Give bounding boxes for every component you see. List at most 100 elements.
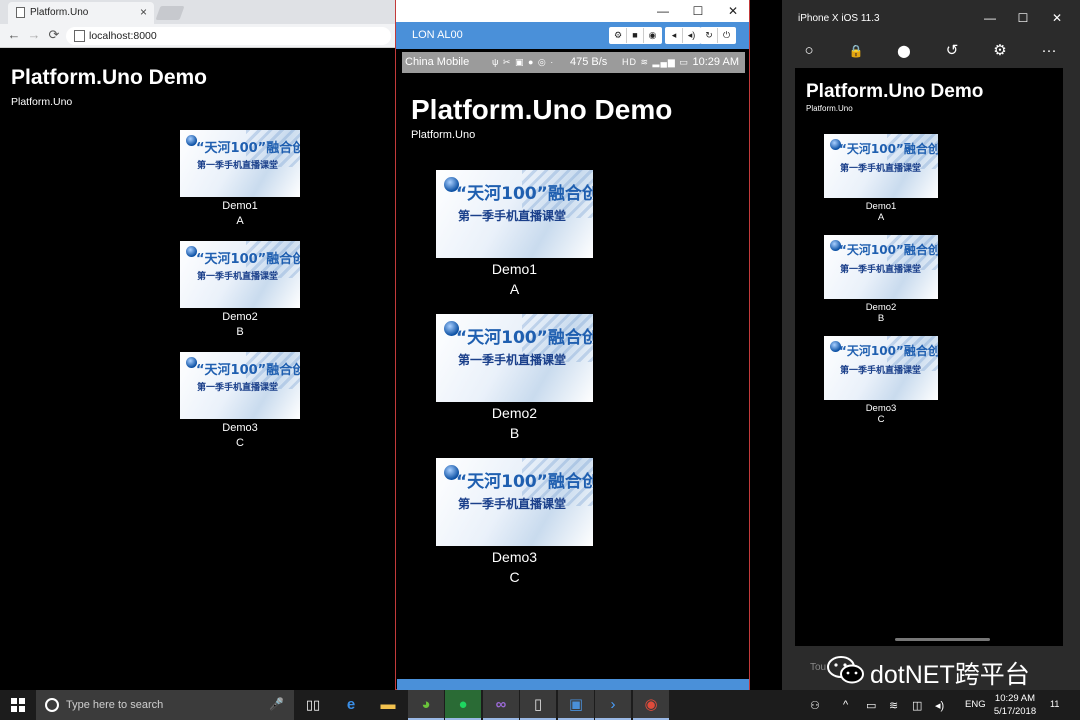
- demo-item[interactable]: “天河100”融合创新第一季手机直播课堂Demo3C: [824, 336, 938, 426]
- demo-name: Demo3: [865, 403, 897, 414]
- people-icon[interactable]: ⚇: [810, 699, 820, 712]
- simulator-title: iPhone X iOS 11.3: [798, 13, 880, 24]
- volume-up-icon[interactable]: ◂): [683, 28, 700, 43]
- camera-icon[interactable]: ◉: [644, 28, 661, 43]
- tab-title: Platform.Uno: [30, 7, 89, 18]
- new-tab-button[interactable]: [155, 6, 185, 20]
- notification-center-icon[interactable]: 11: [1050, 699, 1059, 709]
- video-icon[interactable]: ■: [627, 28, 644, 43]
- url-text: localhost:8000: [89, 30, 157, 42]
- thumbnail-headline: “天河100”融合创新: [456, 472, 593, 492]
- spotify-icon[interactable]: ●: [445, 690, 481, 720]
- demo-name: Demo3: [222, 422, 258, 434]
- maximize-button[interactable]: ☐: [688, 3, 708, 19]
- demo-item[interactable]: “天河100”融合创新第一季手机直播课堂Demo2B: [180, 241, 300, 342]
- browser-window: Platform.Uno × ← → ⟳ localhost:8000 Plat…: [0, 0, 395, 690]
- taskbar-search[interactable]: Type here to search 🎤: [36, 690, 294, 720]
- thumbnail-headline: “天河100”融合创新: [196, 363, 300, 378]
- thumbnail-headline: “天河100”融合创新: [456, 184, 593, 204]
- page-icon: [16, 7, 25, 18]
- taskbar-clock[interactable]: 10:29 AM 5/17/2018: [990, 692, 1040, 720]
- page-subtitle: Platform.Uno: [411, 129, 476, 141]
- screenshot-icon[interactable]: ⬤: [893, 40, 915, 62]
- demo-name: Demo2: [865, 302, 897, 313]
- page-info-icon[interactable]: [74, 30, 85, 42]
- cortana-icon: [45, 698, 59, 712]
- rotate-icon[interactable]: ↻: [701, 28, 718, 43]
- demo-item[interactable]: “天河100”融合创新第一季手机直播课堂Demo1A: [824, 134, 938, 224]
- volume-down-icon[interactable]: ◂: [666, 28, 683, 43]
- power-icon[interactable]: ⏻: [718, 28, 735, 43]
- back-button[interactable]: ←: [6, 27, 22, 43]
- thumbnail-headline: “天河100”融合创新: [196, 141, 300, 156]
- page-subtitle: Platform.Uno: [806, 104, 853, 113]
- battery-icon[interactable]: ▭: [866, 699, 876, 712]
- demo-letter: A: [236, 215, 244, 227]
- demo-item[interactable]: “天河100”融合创新第一季手机直播课堂Demo1A: [436, 170, 593, 302]
- notification-icons: ψ ✂ ▣ ● ◎ ·: [492, 57, 555, 67]
- volume-icon[interactable]: ◂): [935, 699, 944, 712]
- address-bar[interactable]: localhost:8000: [66, 27, 391, 45]
- powershell-icon[interactable]: ›: [595, 690, 631, 720]
- status-clock: 10:29 AM: [692, 56, 739, 68]
- demo-item[interactable]: “天河100”融合创新第一季手机直播课堂Demo3C: [436, 458, 593, 590]
- tray-chevron-icon[interactable]: ^: [843, 699, 848, 711]
- close-button[interactable]: ✕: [723, 3, 743, 19]
- task-view-icon[interactable]: ▯▯: [295, 690, 331, 720]
- demo-thumbnail: “天河100”融合创新第一季手机直播课堂: [180, 352, 300, 419]
- watermark: dotNET跨平台: [826, 652, 1056, 690]
- demo-letter: B: [509, 425, 520, 441]
- home-icon[interactable]: ○: [798, 40, 820, 62]
- demo-item[interactable]: “天河100”融合创新第一季手机直播课堂Demo2B: [436, 314, 593, 446]
- home-indicator[interactable]: [895, 638, 990, 641]
- language-indicator[interactable]: ENG: [965, 699, 986, 710]
- clock-time: 10:29 AM: [994, 693, 1036, 704]
- more-icon[interactable]: ···: [1038, 40, 1060, 62]
- network-icon[interactable]: ◫: [912, 699, 922, 712]
- demo-item[interactable]: “天河100”融合创新第一季手机直播课堂 Demo1 A: [180, 130, 300, 231]
- rotate-icon[interactable]: ↺: [941, 40, 963, 62]
- demo-thumbnail: “天河100”融合创新第一季手机直播课堂: [436, 170, 593, 258]
- thumbnail-subline: 第一季手机直播课堂: [197, 161, 279, 171]
- wechat-icon[interactable]: ◕: [408, 690, 444, 720]
- thumbnail-headline: “天河100”融合创新: [456, 328, 593, 348]
- carrier-name: China Mobile: [405, 56, 470, 68]
- minimize-button[interactable]: —: [653, 3, 673, 19]
- android-nav-bar: [397, 679, 749, 690]
- maximize-button[interactable]: ☐: [1013, 10, 1033, 26]
- microphone-icon[interactable]: 🎤: [269, 697, 284, 711]
- thumbnail-subline: 第一季手机直播课堂: [197, 383, 279, 393]
- phone-emulator-icon[interactable]: ▯: [520, 690, 556, 720]
- network-speed: 475 B/s: [570, 56, 608, 68]
- settings-icon[interactable]: ⚙: [989, 40, 1011, 62]
- browser-tab[interactable]: Platform.Uno ×: [8, 2, 154, 24]
- demo-thumbnail: “天河100”融合创新第一季手机直播课堂: [180, 241, 300, 308]
- reload-button[interactable]: ⟳: [46, 27, 62, 43]
- emulator-volume-controls: ◂ ◂): [665, 27, 701, 44]
- emulator-power-controls: ↻ ⏻: [700, 27, 736, 44]
- start-button[interactable]: [0, 690, 36, 720]
- tab-strip: Platform.Uno ×: [0, 0, 395, 24]
- emulator-app-icon[interactable]: ▣: [558, 690, 594, 720]
- demo-item[interactable]: “天河100”融合创新第一季手机直播课堂Demo2B: [824, 235, 938, 325]
- file-explorer-icon[interactable]: ▬: [370, 690, 406, 720]
- minimize-button[interactable]: —: [980, 10, 1000, 26]
- demo-thumbnail: “天河100”融合创新第一季手机直播课堂: [824, 336, 938, 400]
- wifi-icon[interactable]: ≋: [889, 699, 898, 712]
- clock-date: 5/17/2018: [993, 706, 1037, 717]
- demo-item[interactable]: “天河100”融合创新第一季手机直播课堂Demo3C: [180, 352, 300, 453]
- forward-button[interactable]: →: [26, 27, 42, 43]
- thumbnail-subline: 第一季手机直播课堂: [840, 366, 922, 376]
- edge-icon[interactable]: e: [333, 690, 369, 720]
- thumbnail-headline: “天河100”融合创新: [839, 243, 938, 257]
- demo-name: Demo1: [491, 261, 538, 277]
- close-button[interactable]: ✕: [1047, 10, 1067, 26]
- visual-studio-icon[interactable]: ∞: [483, 690, 519, 720]
- demo-name: Demo1: [222, 200, 258, 212]
- settings-icon[interactable]: ⚙: [610, 28, 627, 43]
- windows-taskbar: Type here to search 🎤 ▯▯ e ▬ ◕ ● ∞ ▯ ▣ ›…: [0, 690, 1080, 720]
- chrome-icon[interactable]: ◉: [633, 690, 669, 720]
- thumbnail-subline: 第一季手机直播课堂: [840, 164, 922, 174]
- lock-icon[interactable]: 🔒: [845, 40, 867, 62]
- tab-close-button[interactable]: ×: [140, 5, 147, 19]
